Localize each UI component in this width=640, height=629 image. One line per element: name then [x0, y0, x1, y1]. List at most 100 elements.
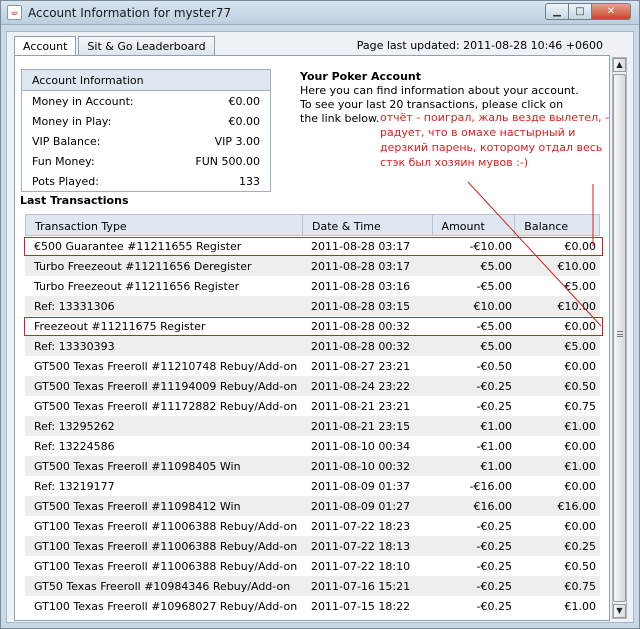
- java-cup-icon: ☕: [7, 5, 22, 20]
- table-row: GT500 Texas Freeroll #11210748 Rebuy/Add…: [25, 356, 600, 376]
- account-row-value: FUN 500.00: [195, 155, 260, 168]
- table-row: Turbo Freezeout #11211656 Register 2011-0…: [25, 276, 600, 296]
- cell-balance: €0.75: [564, 580, 597, 593]
- poker-account-text: the link below.: [300, 112, 380, 125]
- cell-balance: €16.00: [557, 500, 597, 513]
- vertical-scrollbar[interactable]: ▲ ▼: [612, 57, 627, 619]
- cell-type: GT50 Texas Freeroll #10984346 Rebuy/Add-…: [34, 580, 291, 593]
- table-row: GT500 Texas Freeroll #11194009 Rebuy/Add…: [25, 376, 600, 396]
- table-row: GT500 Texas Freeroll #11172882 Rebuy/Add…: [25, 396, 600, 416]
- annotation-text: отчёт - поиграл, жаль везде вылетел, - р…: [380, 111, 610, 169]
- cell-type: Turbo Freezeout #11211656 Deregister: [34, 260, 252, 273]
- cell-type: Ref: 13331306: [34, 300, 115, 313]
- tab-sit-and-go-leaderboard[interactable]: Sit & Go Leaderboard: [78, 36, 215, 55]
- cell-date: 2011-08-28 00:32: [311, 340, 411, 353]
- scroll-up-icon[interactable]: ▲: [613, 58, 626, 72]
- cell-balance: €0.50: [564, 560, 597, 573]
- cell-type: GT100 Texas Freeroll #11006388 Rebuy/Add…: [34, 560, 298, 573]
- account-info-header: Account Information: [22, 70, 270, 91]
- cell-balance: €10.00: [557, 300, 597, 313]
- cell-date: 2011-08-21 23:21: [311, 400, 411, 413]
- column-header-balance[interactable]: Balance: [515, 215, 599, 235]
- tab-account[interactable]: Account: [14, 36, 77, 56]
- close-button[interactable]: ✕: [591, 3, 631, 20]
- table-row: Turbo Freezeout #11211656 Deregister 2011…: [25, 256, 600, 276]
- window-title: Account Information for myster77: [28, 6, 232, 20]
- cell-date: 2011-08-28 03:16: [311, 280, 411, 293]
- account-window: ☕ Account Information for myster77 ▁ □ ✕…: [0, 0, 640, 629]
- cell-balance: €0.00: [564, 440, 597, 453]
- cell-amount: €16.00: [473, 500, 513, 513]
- title-bar[interactable]: ☕ Account Information for myster77 ▁ □ ✕: [1, 1, 639, 25]
- account-row-value: €0.00: [228, 115, 261, 128]
- poker-account-text: Here you can find information about your…: [300, 84, 579, 97]
- cell-amount: €5.00: [480, 340, 513, 353]
- account-row-label: Fun Money:: [32, 155, 95, 168]
- window-controls: ▁ □ ✕: [545, 3, 631, 20]
- last-transactions-title: Last Transactions: [20, 194, 129, 207]
- cell-date: 2011-08-09 01:27: [311, 500, 411, 513]
- minimize-button[interactable]: ▁: [545, 3, 568, 20]
- cell-date: 2011-08-28 03:15: [311, 300, 411, 313]
- cell-balance: €0.75: [564, 400, 597, 413]
- cell-balance: €5.00: [564, 280, 597, 293]
- cell-type: GT500 Texas Freeroll #11098405 Win: [34, 460, 241, 473]
- cell-type: GT500 Texas Freeroll #11210748 Rebuy/Add…: [34, 360, 298, 373]
- table-row: Ref: 13331306 2011-08-28 03:15 €10.00 €10.0…: [25, 296, 600, 316]
- cell-amount: -€0.25: [476, 580, 512, 593]
- scroll-down-icon[interactable]: ▼: [613, 604, 626, 618]
- account-panel: Account Information Money in Account: €0…: [14, 55, 610, 621]
- table-row: GT100 Texas Freeroll #11006388 Rebuy/Add…: [25, 516, 600, 536]
- table-row: Ref: 13295262 2011-08-21 23:15 €1.00 €1.00: [25, 416, 600, 436]
- cell-type: GT500 Texas Freeroll #11172882 Rebuy/Add…: [34, 400, 298, 413]
- scroll-thumb[interactable]: [613, 74, 626, 602]
- account-row: Fun Money: FUN 500.00: [22, 151, 270, 171]
- account-row-label: Money in Play:: [32, 115, 112, 128]
- account-row: Pots Played: 133: [22, 171, 270, 191]
- column-header-amount[interactable]: Amount: [433, 215, 516, 235]
- account-row-label: Money in Account:: [32, 95, 134, 108]
- cell-amount: -€0.25: [476, 560, 512, 573]
- table-row: Ref: 13330393 2011-08-28 00:32 €5.00 €5.00: [25, 336, 600, 356]
- column-header-date[interactable]: Date & Time: [303, 215, 433, 235]
- cell-type: Turbo Freezeout #11211656 Register: [34, 280, 240, 293]
- cell-type: GT100 Texas Freeroll #11006388 Rebuy/Add…: [34, 540, 298, 553]
- cell-amount: €1.00: [480, 420, 513, 433]
- cell-balance: €0.50: [564, 380, 597, 393]
- cell-amount: -€0.25: [476, 520, 512, 533]
- table-row: GT50 Texas Freeroll #10984346 Rebuy/Add-…: [25, 576, 600, 596]
- cell-amount: -€5.00: [476, 280, 512, 293]
- poker-account-title: Your Poker Account: [300, 70, 421, 83]
- cell-date: 2011-07-22 18:13: [311, 540, 411, 553]
- cell-type: GT100 Texas Freeroll #10968027 Rebuy/Add…: [34, 600, 298, 613]
- cell-balance: €1.00: [564, 420, 597, 433]
- highlight-box: [24, 237, 603, 256]
- cell-amount: €10.00: [473, 300, 513, 313]
- tab-bar: Account Sit & Go Leaderboard: [14, 36, 217, 56]
- column-header-type[interactable]: Transaction Type: [26, 215, 303, 235]
- account-row-value: €0.00: [228, 95, 261, 108]
- cell-date: 2011-08-28 03:17: [311, 260, 411, 273]
- page-last-updated: Page last updated: 2011-08-28 10:46 +060…: [356, 39, 603, 52]
- maximize-button[interactable]: □: [568, 3, 591, 20]
- cell-date: 2011-08-10 00:32: [311, 460, 411, 473]
- cell-amount: -€0.25: [476, 400, 512, 413]
- cell-amount: €5.00: [480, 260, 513, 273]
- cell-balance: €0.00: [564, 360, 597, 373]
- cell-date: 2011-07-16 15:21: [311, 580, 411, 593]
- grip-icon: [617, 331, 623, 337]
- account-row: VIP Balance: VIP 3.00: [22, 131, 270, 151]
- cell-amount: -€0.25: [476, 600, 512, 613]
- cell-type: Ref: 13224586: [34, 440, 115, 453]
- cell-balance: €0.25: [564, 540, 597, 553]
- cell-date: 2011-08-24 23:22: [311, 380, 411, 393]
- table-header: Transaction Type Date & Time Amount Bala…: [25, 214, 600, 236]
- cell-balance: €10.00: [557, 260, 597, 273]
- transactions-table: Transaction Type Date & Time Amount Bala…: [25, 214, 600, 616]
- account-row-value: 133: [239, 175, 260, 188]
- account-info-box: Account Information Money in Account: €0…: [21, 69, 271, 192]
- table-row: GT500 Texas Freeroll #11098412 Win 2011-0…: [25, 496, 600, 516]
- table-row: GT100 Texas Freeroll #10968027 Rebuy/Add…: [25, 596, 600, 616]
- table-body: €500 Guarantee #11211655 Register 2011-08…: [25, 236, 600, 616]
- account-row-label: VIP Balance:: [32, 135, 101, 148]
